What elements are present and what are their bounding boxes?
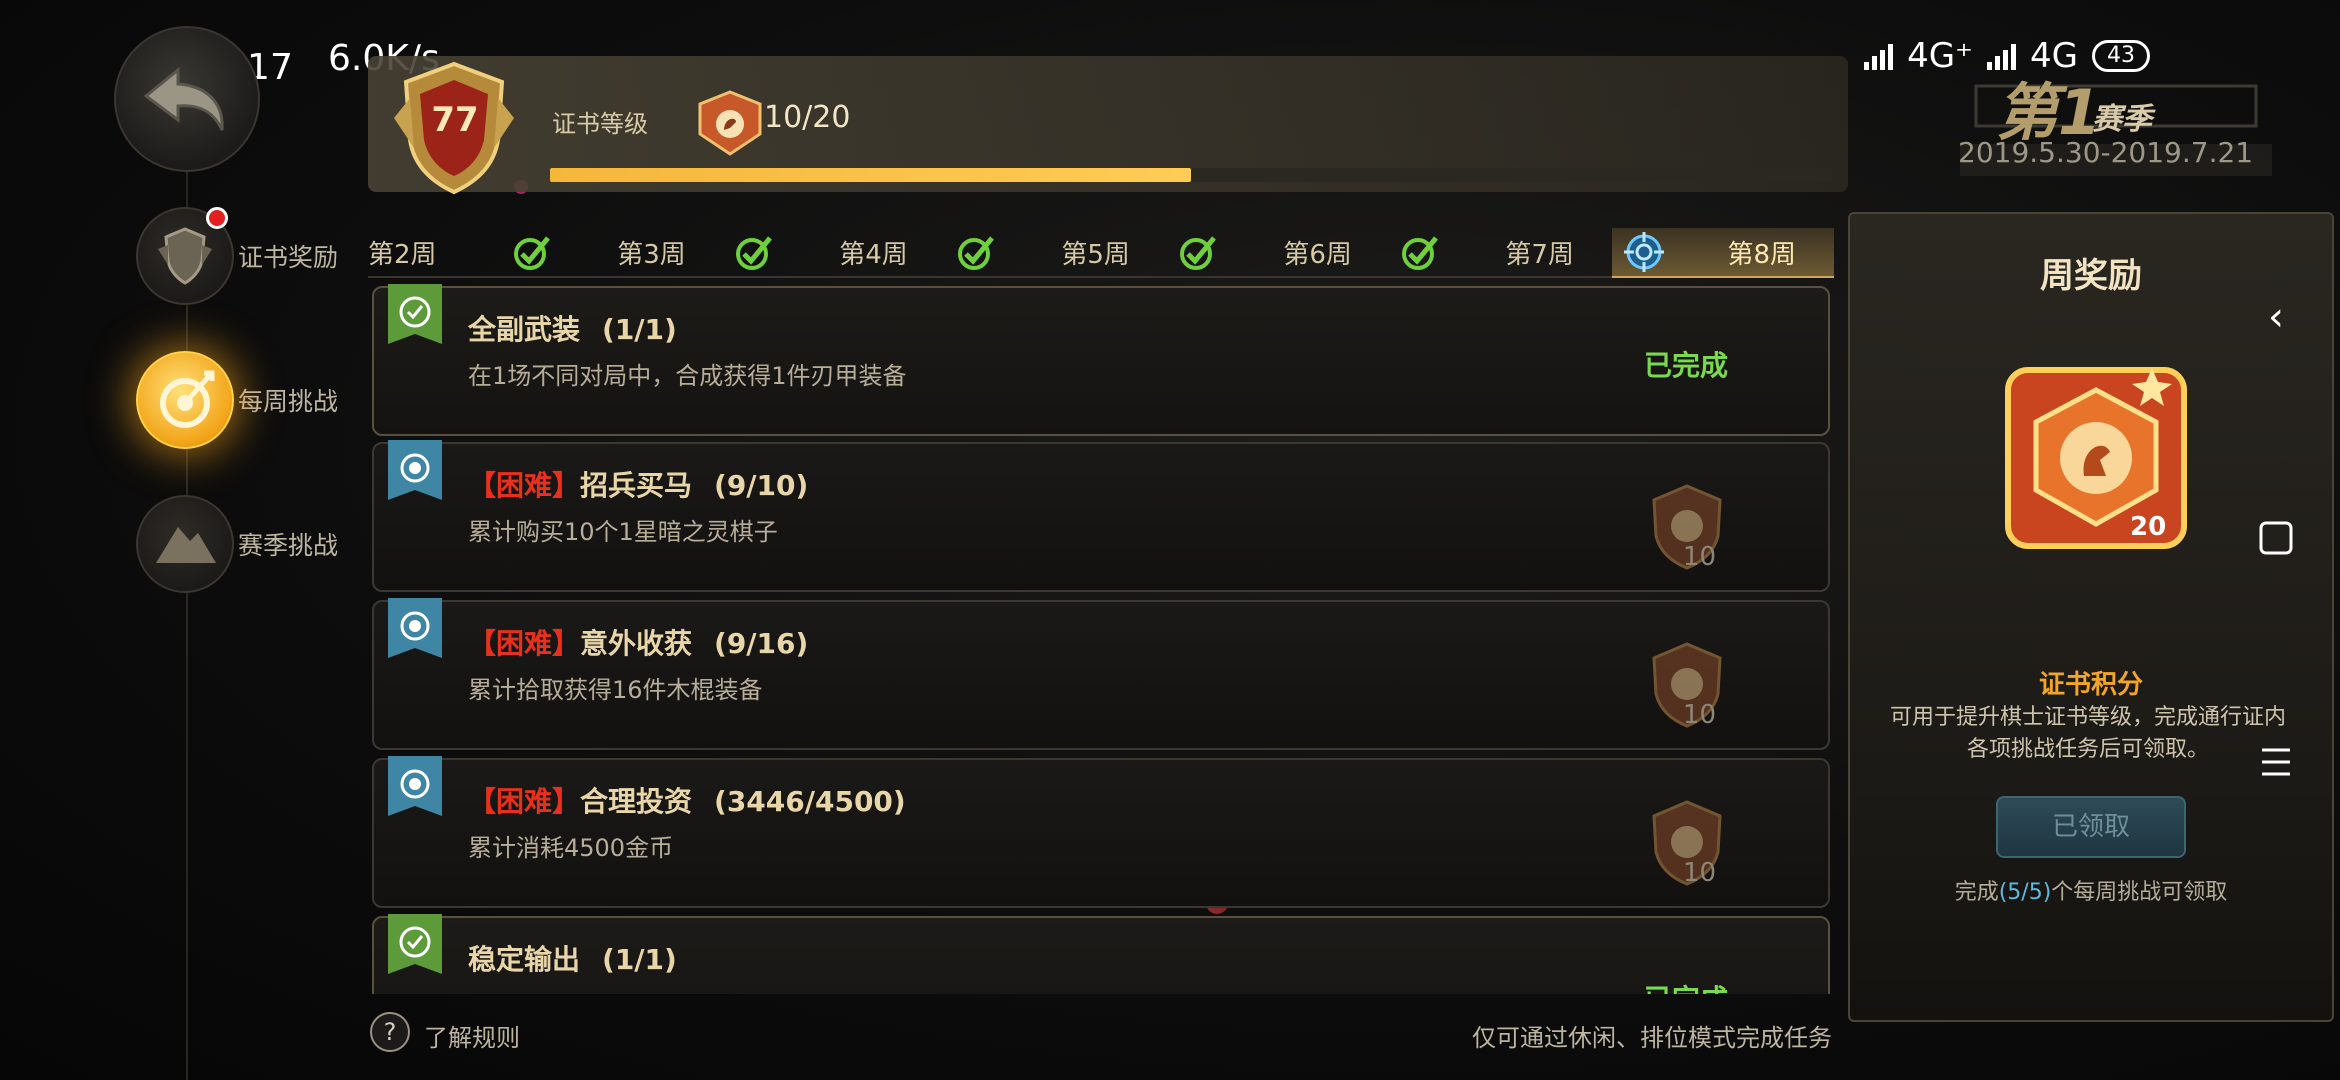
claimed-button[interactable]: 已领取 [1996, 796, 2186, 858]
ribbon-target-icon [388, 756, 442, 816]
cert-progress-fill [550, 168, 1191, 182]
cert-progress-text: 10/20 [764, 100, 851, 135]
tab-label: 第3周 [617, 239, 686, 270]
season-dates: 2019.5.30-2019.7.21 [1958, 136, 2254, 169]
panel-title: 周奖励 [2040, 256, 2142, 296]
ribbon-target-icon [388, 598, 442, 658]
back-button[interactable] [114, 26, 260, 172]
task-status: 已完成 [1644, 978, 1728, 994]
ribbon-check-icon [388, 914, 442, 974]
tab-week-7[interactable]: 第7周 [1389, 228, 1612, 278]
task-desc: 累计消耗4500金币 [468, 834, 674, 862]
nav-item-label: 证书奖励 [238, 243, 339, 272]
tab-label: 第6周 [1283, 239, 1352, 270]
nav-item-season-challenge[interactable]: 赛季挑战 [136, 494, 376, 594]
check-icon [735, 236, 772, 270]
task-desc: 累计拾取获得16件木棍装备 [468, 676, 763, 704]
tab-week-3[interactable]: 第3周 [501, 228, 724, 278]
task-title: 【困难】意外收获 (9/16) [468, 627, 809, 660]
week-tabs: 第2周 第3周 第4周 第5周 第6周 第7周 第8周 [368, 228, 1834, 278]
task-item[interactable]: 【困难】意外收获 (9/16) 累计拾取获得16件木棍装备 10 [372, 598, 1830, 750]
task-desc: 在1场不同对局中，合成获得1件刃甲装备 [468, 362, 907, 390]
nav-item-cert-rewards[interactable]: 证书奖励 [136, 206, 376, 306]
target-icon [136, 351, 234, 449]
crosshair-icon [1623, 232, 1664, 272]
notification-dot [206, 207, 228, 229]
medal-value: 20 [2130, 512, 2167, 542]
tab-week-5[interactable]: 第5周 [945, 228, 1168, 278]
claim-condition: 完成(5/5)个每周挑战可领取 [1954, 880, 2228, 905]
cert-badge-icon [698, 90, 762, 156]
tab-week-6[interactable]: 第6周 [1167, 228, 1390, 278]
task-item[interactable]: 全副武装 (1/1) 在1场不同对局中，合成获得1件刃甲装备 已完成 [372, 284, 1830, 436]
tab-week-4[interactable]: 第4周 [723, 228, 946, 278]
reward-name: 证书积分 [2038, 670, 2143, 700]
task-title: 【困难】合理投资 (3446/4500) [468, 785, 906, 818]
android-menu-icon[interactable] [2256, 744, 2296, 784]
task-item[interactable]: 【困难】招兵买马 (9/10) 累计购买10个1星暗之灵棋子 10 [372, 440, 1830, 592]
ribbon-check-icon [388, 284, 442, 344]
reward-amount: 10 [1682, 858, 1716, 888]
reward-amount: 10 [1682, 700, 1716, 730]
task-title: 【困难】招兵买马 (9/10) [468, 469, 809, 502]
nav-item-label: 赛季挑战 [238, 531, 339, 560]
tab-label: 第8周 [1727, 239, 1796, 270]
back-arrow-icon [143, 66, 224, 131]
ribbon-target-icon [388, 440, 442, 500]
tab-label: 第4周 [839, 239, 908, 270]
task-title: 稳定输出 (1/1) [468, 943, 677, 976]
task-list[interactable]: 全副武装 (1/1) 在1场不同对局中，合成获得1件刃甲装备 已完成 【困难】招兵… [372, 284, 1830, 994]
tab-label: 第7周 [1505, 239, 1574, 270]
task-title: 全副武装 (1/1) [468, 313, 677, 346]
mode-note: 仅可通过休闲、排位模式完成任务 [1472, 1024, 1832, 1052]
cert-progress-bar [550, 168, 1832, 182]
task-item[interactable]: 【困难】合理投资 (3446/4500) 累计消耗4500金币 10 [372, 756, 1830, 908]
check-icon [513, 236, 550, 270]
task-status: 已完成 [1643, 349, 1728, 382]
rules-link[interactable]: 了解规则 [424, 1018, 520, 1053]
season-label: 赛季 [2092, 102, 2152, 137]
reward-desc: 可用于提升棋士证书等级，完成通行证内各项挑战任务后可领取。 [1889, 705, 2286, 762]
check-icon [957, 236, 994, 270]
nav-item-weekly-challenge[interactable]: 每周挑战 [136, 350, 376, 450]
android-back-icon[interactable]: ‹ [2256, 294, 2296, 340]
nav-item-label: 每周挑战 [238, 387, 339, 416]
tab-label: 第2周 [368, 239, 437, 270]
check-icon [1179, 236, 1216, 270]
task-desc: 累计购买10个1星暗之灵棋子 [468, 518, 778, 546]
signal-icon [1864, 42, 1894, 70]
reward-amount: 10 [1682, 542, 1716, 572]
level-number: 77 [431, 100, 479, 140]
tab-week-2[interactable]: 第2周 [368, 228, 502, 278]
task-item[interactable]: 稳定输出(1/1) 已完成 [372, 914, 1830, 994]
mountain-icon [136, 495, 234, 593]
cert-level-label: 证书等级 [552, 110, 648, 138]
check-icon [1401, 236, 1438, 270]
tab-label: 第5周 [1061, 239, 1130, 270]
tab-week-8[interactable]: 第8周 [1611, 228, 1834, 278]
android-home-icon[interactable] [2256, 520, 2296, 560]
help-icon[interactable]: ? [370, 1012, 410, 1052]
shield-icon [136, 207, 234, 305]
